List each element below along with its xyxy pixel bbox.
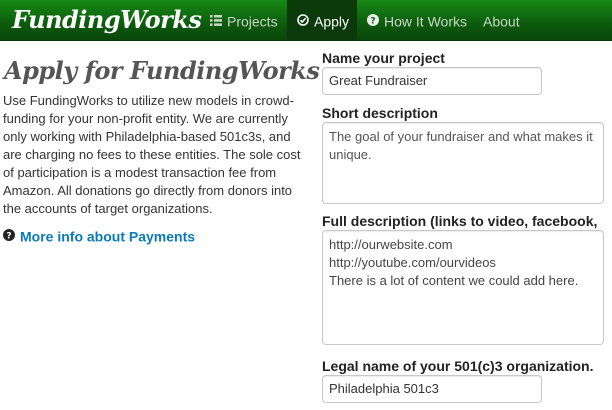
list-icon bbox=[210, 1, 222, 41]
more-info-label: More info about Payments bbox=[20, 228, 196, 245]
full-description-label: Full description (links to video, facebo… bbox=[322, 213, 598, 229]
svg-text:?: ? bbox=[370, 17, 375, 27]
nav-projects-label: Projects bbox=[227, 13, 278, 30]
question-circle-icon: ? bbox=[367, 1, 379, 41]
nav-about-label: About bbox=[483, 13, 520, 30]
top-navbar: FundingWorks Projects Apply ? How It Wor… bbox=[0, 0, 612, 41]
nav-apply-label: Apply bbox=[314, 13, 350, 30]
short-description-label: Short description bbox=[322, 105, 438, 121]
legal-name-input[interactable]: Philadelphia 501c3 bbox=[322, 375, 542, 403]
nav-how-label: How It Works bbox=[384, 13, 467, 30]
full-description-textarea[interactable]: http://ourwebsite.com http://youtube.com… bbox=[322, 230, 604, 345]
full-description-line: There is a lot of content we could add h… bbox=[329, 273, 579, 288]
short-description-textarea[interactable]: The goal of your fundraiser and what mak… bbox=[322, 122, 604, 204]
check-circle-icon bbox=[297, 1, 309, 41]
legal-name-label: Legal name of your 501(c)3 organization. bbox=[322, 358, 594, 374]
nav-projects[interactable]: Projects bbox=[210, 0, 278, 40]
project-name-input[interactable]: Great Fundraiser bbox=[322, 67, 542, 95]
full-description-line: http://ourwebsite.com bbox=[329, 237, 453, 252]
question-circle-icon: ? bbox=[3, 227, 15, 245]
full-description-line: http://youtube.com/ourvideos bbox=[329, 255, 496, 270]
page-title: Apply for FundingWorks bbox=[4, 56, 320, 85]
nav-how-it-works[interactable]: ? How It Works bbox=[367, 0, 467, 40]
project-name-label: Name your project bbox=[322, 50, 445, 66]
nav-about[interactable]: About bbox=[483, 0, 520, 40]
nav-apply[interactable]: Apply bbox=[287, 0, 357, 40]
brand-logo[interactable]: FundingWorks bbox=[12, 4, 202, 36]
svg-text:?: ? bbox=[6, 232, 11, 242]
intro-paragraph: Use FundingWorks to utilize new models i… bbox=[3, 93, 301, 216]
more-info-payments-link[interactable]: ? More info about Payments bbox=[3, 226, 195, 244]
